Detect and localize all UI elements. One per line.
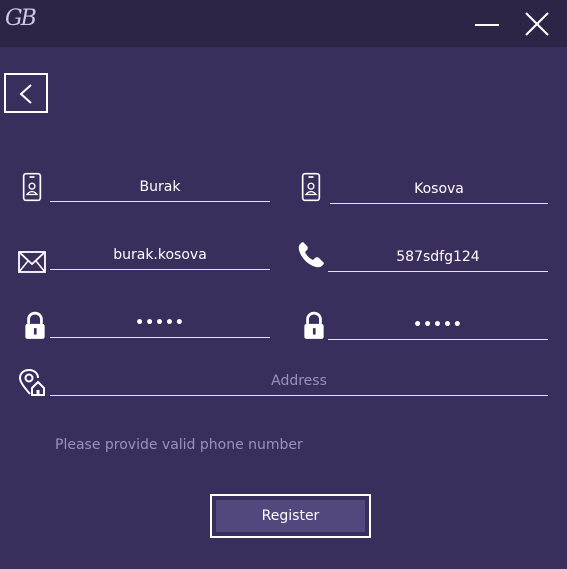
phone-icon: [298, 242, 324, 268]
close-icon: [525, 12, 549, 36]
location-home-icon: [18, 368, 45, 396]
close-button[interactable]: [521, 8, 553, 40]
id-badge-icon: [301, 172, 321, 202]
username-input[interactable]: [50, 240, 270, 270]
chevron-left-icon: [19, 84, 32, 104]
confirm-password-input[interactable]: [328, 310, 548, 340]
first-name-input[interactable]: [50, 172, 270, 202]
minimize-button[interactable]: [471, 8, 503, 40]
lock-icon: [25, 311, 45, 339]
password-input[interactable]: [50, 308, 270, 338]
app-logo: GB: [5, 6, 37, 31]
registration-window: GB Burak Kosova burak.kosova 587sdfg124 …: [0, 0, 567, 569]
id-badge-icon: [22, 172, 42, 202]
lock-icon: [304, 311, 324, 339]
title-bar[interactable]: GB: [0, 0, 567, 47]
envelope-icon: [18, 251, 46, 273]
register-button-label: Register: [216, 500, 365, 532]
back-button[interactable]: [4, 73, 48, 113]
validation-error-message: Please provide valid phone number: [55, 437, 303, 453]
last-name-input[interactable]: [330, 174, 548, 204]
phone-input[interactable]: [328, 242, 548, 272]
minimize-icon: [475, 24, 499, 26]
address-input[interactable]: [50, 366, 548, 396]
register-button[interactable]: Register: [210, 494, 371, 538]
